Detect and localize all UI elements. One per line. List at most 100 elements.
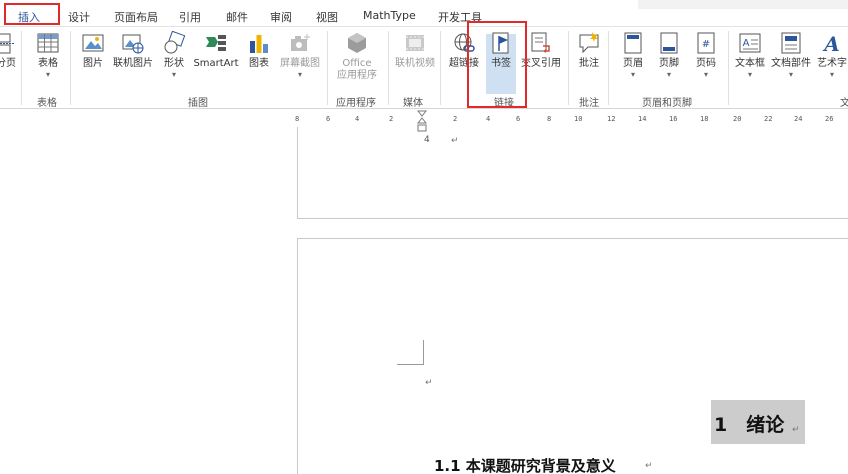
footer-label: 页脚 xyxy=(659,58,679,69)
separator xyxy=(21,31,22,105)
camera-icon xyxy=(291,34,310,51)
ruler-tick: 4 xyxy=(486,115,491,123)
tab-review[interactable]: 审阅 xyxy=(270,9,292,25)
insert-tab-annotation-box xyxy=(4,3,60,25)
comment-label: 批注 xyxy=(579,58,599,69)
chevron-down-icon: ▾ xyxy=(630,70,635,79)
svg-text:A: A xyxy=(822,32,840,55)
comment-button[interactable]: 批注 xyxy=(576,31,602,70)
footer-icon xyxy=(660,32,678,54)
chevron-down-icon: ▾ xyxy=(788,70,793,79)
quick-parts-icon xyxy=(781,32,801,54)
office-apps-label-1: Office xyxy=(342,58,372,69)
ruler-tick: 6 xyxy=(516,115,521,123)
chevron-down-icon: ▾ xyxy=(297,70,302,79)
margin-corner-mark xyxy=(397,340,424,365)
cross-reference-icon xyxy=(531,32,550,53)
ruler-tick: 16 xyxy=(669,115,678,123)
online-video-button[interactable]: 联机视频 xyxy=(393,31,437,70)
tab-mailings[interactable]: 邮件 xyxy=(226,9,248,25)
separator xyxy=(568,31,569,105)
ruler-tick: 8 xyxy=(547,115,552,123)
page-number-icon: # xyxy=(697,32,715,54)
ruler-tick: 14 xyxy=(638,115,647,123)
chevron-down-icon: ▾ xyxy=(829,70,834,79)
separator xyxy=(440,31,441,105)
picture-label: 图片 xyxy=(83,58,103,69)
tab-page-layout[interactable]: 页面布局 xyxy=(114,9,158,25)
wordart-icon: A xyxy=(822,32,840,55)
page-previous[interactable] xyxy=(297,127,848,219)
page-number-mark: 4 xyxy=(424,135,430,145)
online-picture-button[interactable]: 联机图片 xyxy=(111,31,155,70)
wordart-button[interactable]: A 艺术字 ▾ xyxy=(815,31,848,79)
horizontal-ruler[interactable]: 8 6 4 2 2 4 6 8 10 12 14 16 18 20 22 24 … xyxy=(295,112,848,127)
group-label-tables: 表格 xyxy=(37,98,57,109)
textbox-button[interactable]: A 文本框 ▾ xyxy=(733,31,767,79)
shapes-button[interactable]: 形状 ▾ xyxy=(161,31,187,79)
tab-view[interactable]: 视图 xyxy=(316,9,338,25)
page-number-label: 页码 xyxy=(696,58,716,69)
group-label-comments: 批注 xyxy=(579,98,599,109)
ruler-tick: 2 xyxy=(453,115,458,123)
header-icon xyxy=(624,32,642,54)
quick-parts-label: 文档部件 xyxy=(771,58,811,69)
separator xyxy=(728,31,729,105)
title-bar-fade xyxy=(638,0,848,9)
table-button[interactable]: 表格 ▾ xyxy=(35,31,61,79)
picture-icon xyxy=(82,34,104,52)
table-label: 表格 xyxy=(38,58,58,69)
page-break-label: 分页 xyxy=(0,58,16,69)
header-label: 页眉 xyxy=(623,58,643,69)
tab-references[interactable]: 引用 xyxy=(179,9,201,25)
page-number-button[interactable]: # 页码 ▾ xyxy=(692,31,720,79)
smartart-button[interactable]: SmartArt xyxy=(192,31,240,70)
chart-label: 图表 xyxy=(249,58,269,69)
ruler-tick: 2 xyxy=(389,115,394,123)
chevron-down-icon: ▾ xyxy=(45,70,50,79)
quick-parts-button[interactable]: 文档部件 ▾ xyxy=(770,31,812,79)
page-break-icon xyxy=(0,33,14,54)
screenshot-button[interactable]: 屏幕截图 ▾ xyxy=(276,31,324,79)
bookmark-annotation-box xyxy=(467,21,527,108)
online-picture-label: 联机图片 xyxy=(113,58,153,69)
chart-button[interactable]: 图表 xyxy=(246,31,272,70)
chevron-down-icon: ▾ xyxy=(666,70,671,79)
group-label-text: 文 xyxy=(840,98,848,109)
comment-icon xyxy=(579,32,599,54)
paragraph-mark: ↵ xyxy=(792,425,800,435)
footer-button[interactable]: 页脚 ▾ xyxy=(655,31,683,79)
indent-marker-icon[interactable] xyxy=(417,110,427,134)
tab-design[interactable]: 设计 xyxy=(68,9,90,25)
ribbon-insert: 分页 表格 ▾ 表格 图片 联机图片 形状 ▾ SmartArt 图表 屏幕截图… xyxy=(0,27,848,109)
ruler-tick: 4 xyxy=(355,115,360,123)
textbox-label: 文本框 xyxy=(735,58,765,69)
ruler-tick: 24 xyxy=(794,115,803,123)
shapes-label: 形状 xyxy=(164,58,184,69)
ruler-tick: 18 xyxy=(700,115,709,123)
chevron-down-icon: ▾ xyxy=(703,70,708,79)
paragraph-mark: ↵ xyxy=(645,461,653,471)
tab-mathtype[interactable]: MathType xyxy=(363,9,416,22)
header-button[interactable]: 页眉 ▾ xyxy=(619,31,647,79)
office-apps-button[interactable]: Office 应用程序 xyxy=(332,31,382,82)
heading-1[interactable]: 1 绪论 xyxy=(714,410,784,437)
smartart-label: SmartArt xyxy=(193,58,239,69)
picture-button[interactable]: 图片 xyxy=(80,31,106,70)
ruler-tick: 22 xyxy=(764,115,773,123)
table-icon xyxy=(37,33,59,53)
heading-2[interactable]: 1.1 本课题研究背景及意义 xyxy=(434,455,616,474)
separator xyxy=(327,31,328,105)
ruler-tick: 20 xyxy=(733,115,742,123)
ruler-tick: 26 xyxy=(825,115,834,123)
group-label-header-footer: 页眉和页脚 xyxy=(642,98,692,109)
smartart-icon xyxy=(206,35,226,51)
screenshot-label: 屏幕截图 xyxy=(280,58,320,69)
svg-text:A: A xyxy=(743,38,750,49)
office-apps-icon xyxy=(348,33,366,53)
chart-icon xyxy=(250,35,268,53)
shapes-icon xyxy=(164,31,186,54)
page-break-button[interactable]: 分页 xyxy=(0,31,18,70)
separator xyxy=(388,31,389,105)
ruler-tick: 12 xyxy=(607,115,616,123)
